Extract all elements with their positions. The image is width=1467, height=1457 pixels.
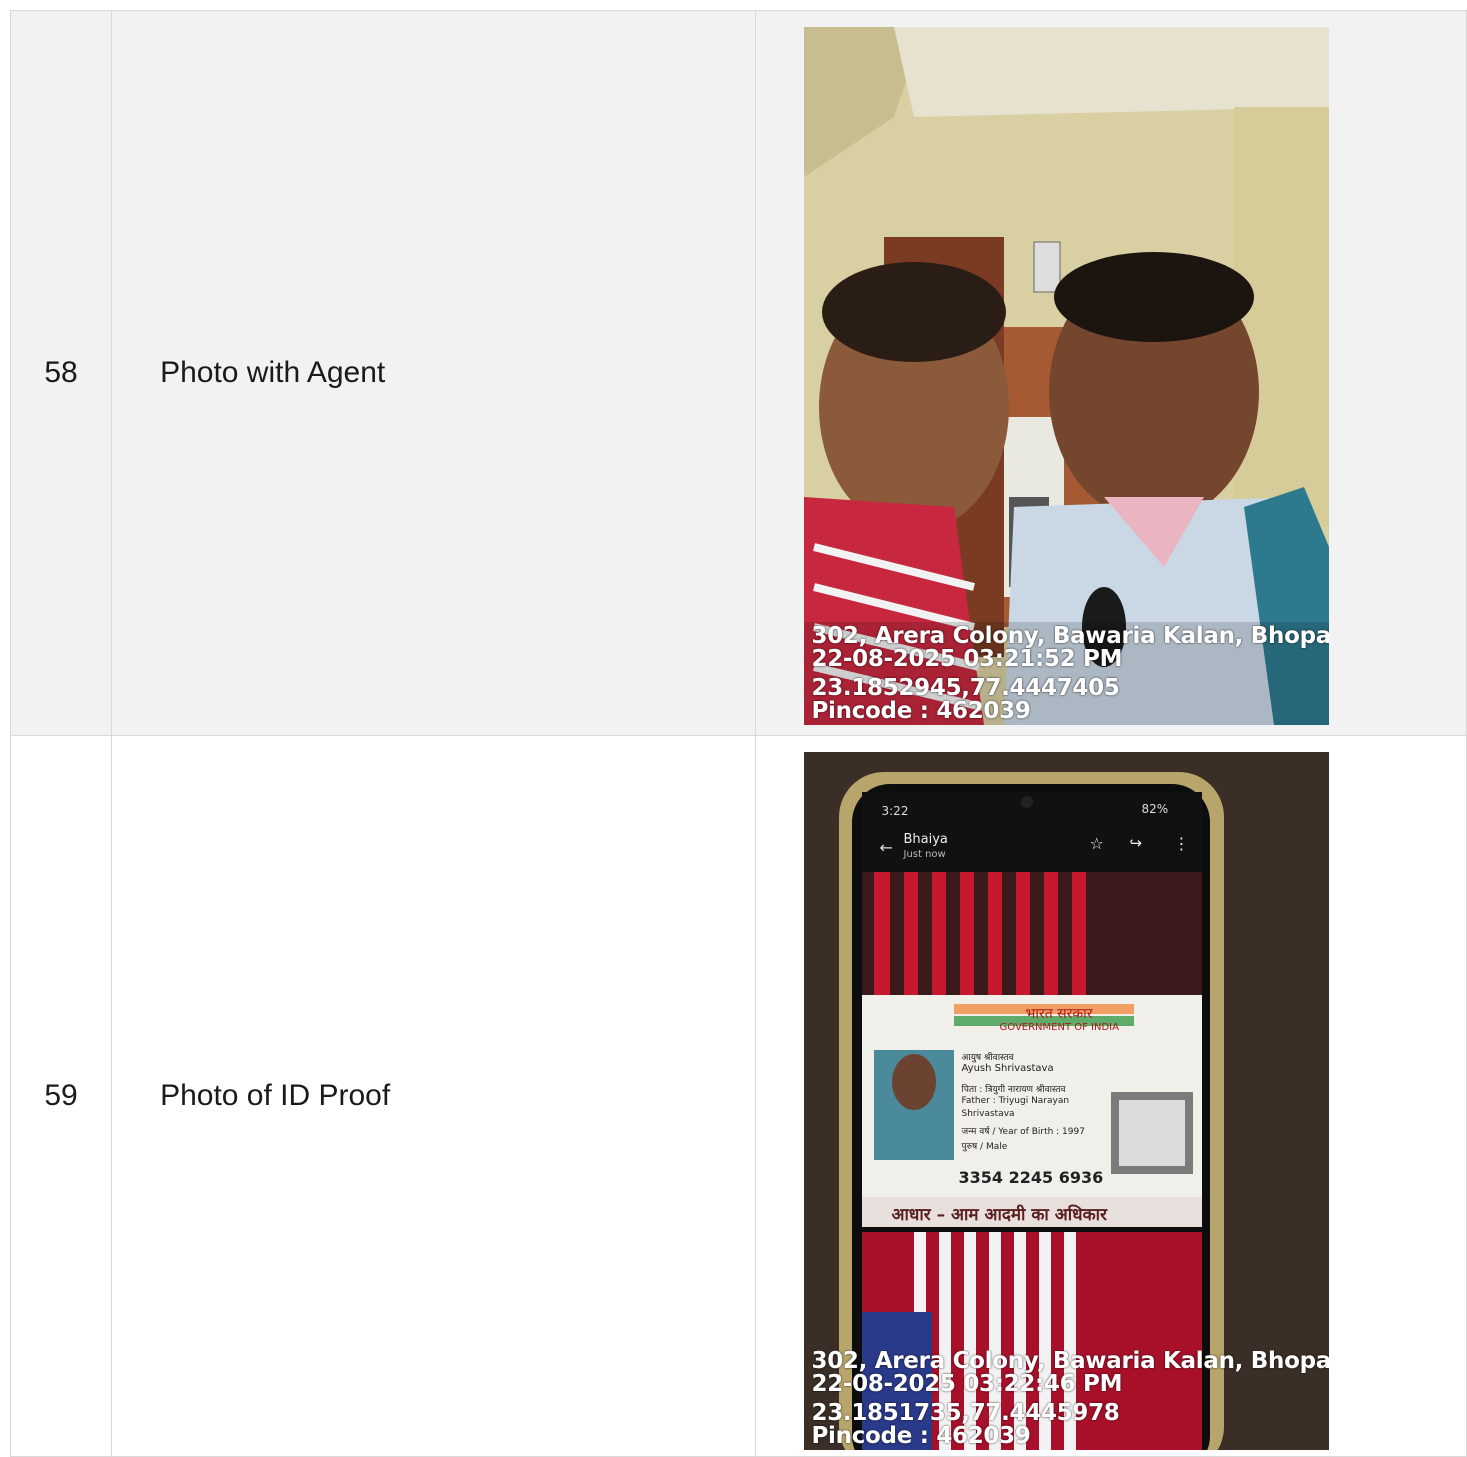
sent-time: Just now bbox=[903, 849, 946, 860]
card-year-of-birth: जन्म वर्ष / Year of Birth : 1997 bbox=[961, 1127, 1085, 1137]
card-gender: पुरुष / Male bbox=[961, 1142, 1008, 1152]
table-row: 58 Photo with Agent 302, Arera Colony, B… bbox=[9, 10, 1467, 736]
star-icon[interactable]: ☆ bbox=[1090, 834, 1104, 853]
card-father-english-2: Shrivastava bbox=[961, 1109, 1015, 1119]
card-father-english: Father : Triyugi Narayan bbox=[961, 1096, 1070, 1106]
stamp-address: 302, Arera Colony, Bawaria Kalan, Bhopal… bbox=[811, 1350, 1329, 1374]
table-row: 59 Photo of ID Proof 3:22 82% ← Bhaiya J… bbox=[9, 735, 1467, 1457]
photo-cell: 3:22 82% ← Bhaiya Just now ☆ ↪ ⋮ भारत सर… bbox=[754, 735, 1467, 1457]
phone-battery: 82% bbox=[1141, 802, 1169, 816]
agent-photo-image bbox=[803, 27, 1329, 725]
card-name-english: Ayush Shrivastava bbox=[961, 1063, 1054, 1074]
phone-time: 3:22 bbox=[881, 804, 909, 818]
card-father-hindi: पिता : त्रियुगी नारायण श्रीवास्तव bbox=[961, 1085, 1066, 1095]
photo-cell: 302, Arera Colony, Bawaria Kalan, Bhopal… bbox=[754, 10, 1467, 736]
stamp-pincode: Pincode : 462039 bbox=[811, 698, 1031, 723]
card-footer: आधार – आम आदमी का अधिकार bbox=[891, 1205, 1108, 1225]
agent-photo[interactable]: 302, Arera Colony, Bawaria Kalan, Bhopal… bbox=[803, 27, 1329, 725]
card-number: 3354 2245 6936 bbox=[958, 1168, 1104, 1187]
forward-icon[interactable]: ↪ bbox=[1130, 834, 1143, 852]
row-label: Photo with Agent bbox=[111, 10, 756, 736]
more-icon[interactable]: ⋮ bbox=[1174, 834, 1190, 853]
row-number: 58 bbox=[9, 10, 113, 736]
photo-stamp: 302, Arera Colony, Bawaria Kalan, Bhopal… bbox=[812, 1350, 1329, 1448]
card-header-english: GOVERNMENT OF INDIA bbox=[999, 1022, 1119, 1033]
back-arrow-icon[interactable]: ← bbox=[880, 838, 893, 857]
stamp-address: 302, Arera Colony, Bawaria Kalan, Bhopal… bbox=[811, 625, 1329, 649]
stamp-datetime: 22-08-2025 03:22:46 PM bbox=[811, 1371, 1123, 1397]
photo-stamp: 302, Arera Colony, Bawaria Kalan, Bhopal… bbox=[812, 625, 1329, 723]
stamp-coords: 23.1852945,77.4447405 bbox=[811, 675, 1120, 701]
document-table: 58 Photo with Agent 302, Arera Colony, B… bbox=[9, 10, 1467, 1457]
stamp-datetime: 22-08-2025 03:21:52 PM bbox=[811, 646, 1123, 672]
card-header-hindi: भारत सरकार bbox=[1025, 1006, 1093, 1022]
id-proof-photo[interactable]: 3:22 82% ← Bhaiya Just now ☆ ↪ ⋮ भारत सर… bbox=[803, 752, 1329, 1450]
stamp-pincode: Pincode : 462039 bbox=[811, 1423, 1031, 1448]
sender-name: Bhaiya bbox=[903, 832, 948, 847]
stamp-coords: 23.1851735,77.4445978 bbox=[811, 1400, 1120, 1426]
row-number: 59 bbox=[9, 735, 113, 1457]
row-label: Photo of ID Proof bbox=[111, 735, 756, 1457]
card-name-hindi: आयुष श्रीवास्तव bbox=[961, 1053, 1014, 1063]
